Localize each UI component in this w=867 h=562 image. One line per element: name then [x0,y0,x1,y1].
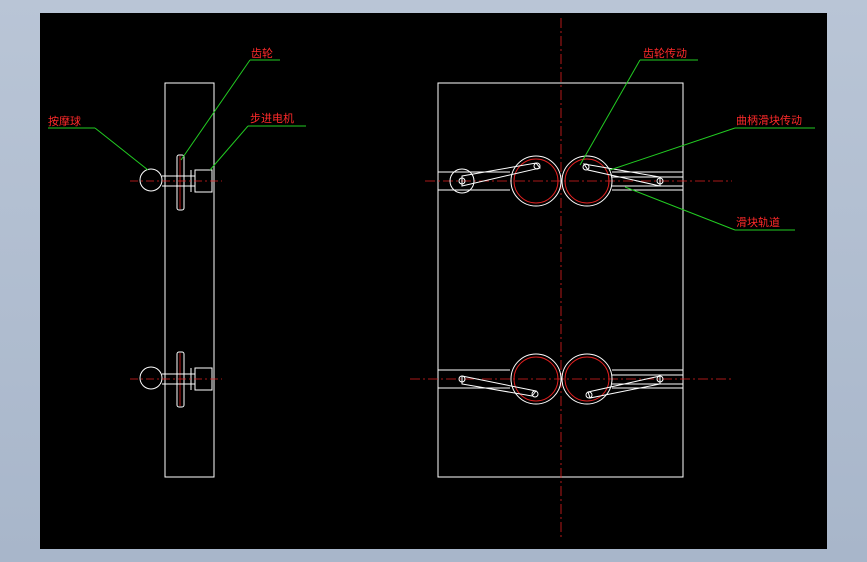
front-lower-mechanism [410,353,732,405]
label-gear: 齿轮 [251,46,273,60]
front-upper-mechanism [425,155,732,207]
side-upper-assembly [139,154,213,211]
gear-lower-side [176,351,185,408]
labels: 齿轮 步进电机 按摩球 齿轮传动 曲柄滑块传动 滑块轨道 [48,46,802,229]
label-massage-ball: 按摩球 [48,114,81,128]
label-gear-transmission: 齿轮传动 [643,46,687,60]
massage-ball-lower [139,366,163,390]
side-lower-assembly [139,351,213,408]
massage-ball-upper [139,168,163,192]
label-stepper-motor: 步进电机 [250,111,294,125]
label-slider-track: 滑块轨道 [736,215,780,229]
front-view [410,18,732,540]
leader-lines [48,59,815,231]
cad-drawing: 齿轮 步进电机 按摩球 齿轮传动 曲柄滑块传动 滑块轨道 [48,18,815,540]
gear-upper-side [176,154,185,211]
side-view [130,82,222,478]
cad-drawing-canvas[interactable]: 齿轮 步进电机 按摩球 齿轮传动 曲柄滑块传动 滑块轨道 [40,13,827,549]
side-view-plate [164,82,215,478]
front-view-plate [437,82,684,478]
label-crank-slider: 曲柄滑块传动 [736,114,802,127]
